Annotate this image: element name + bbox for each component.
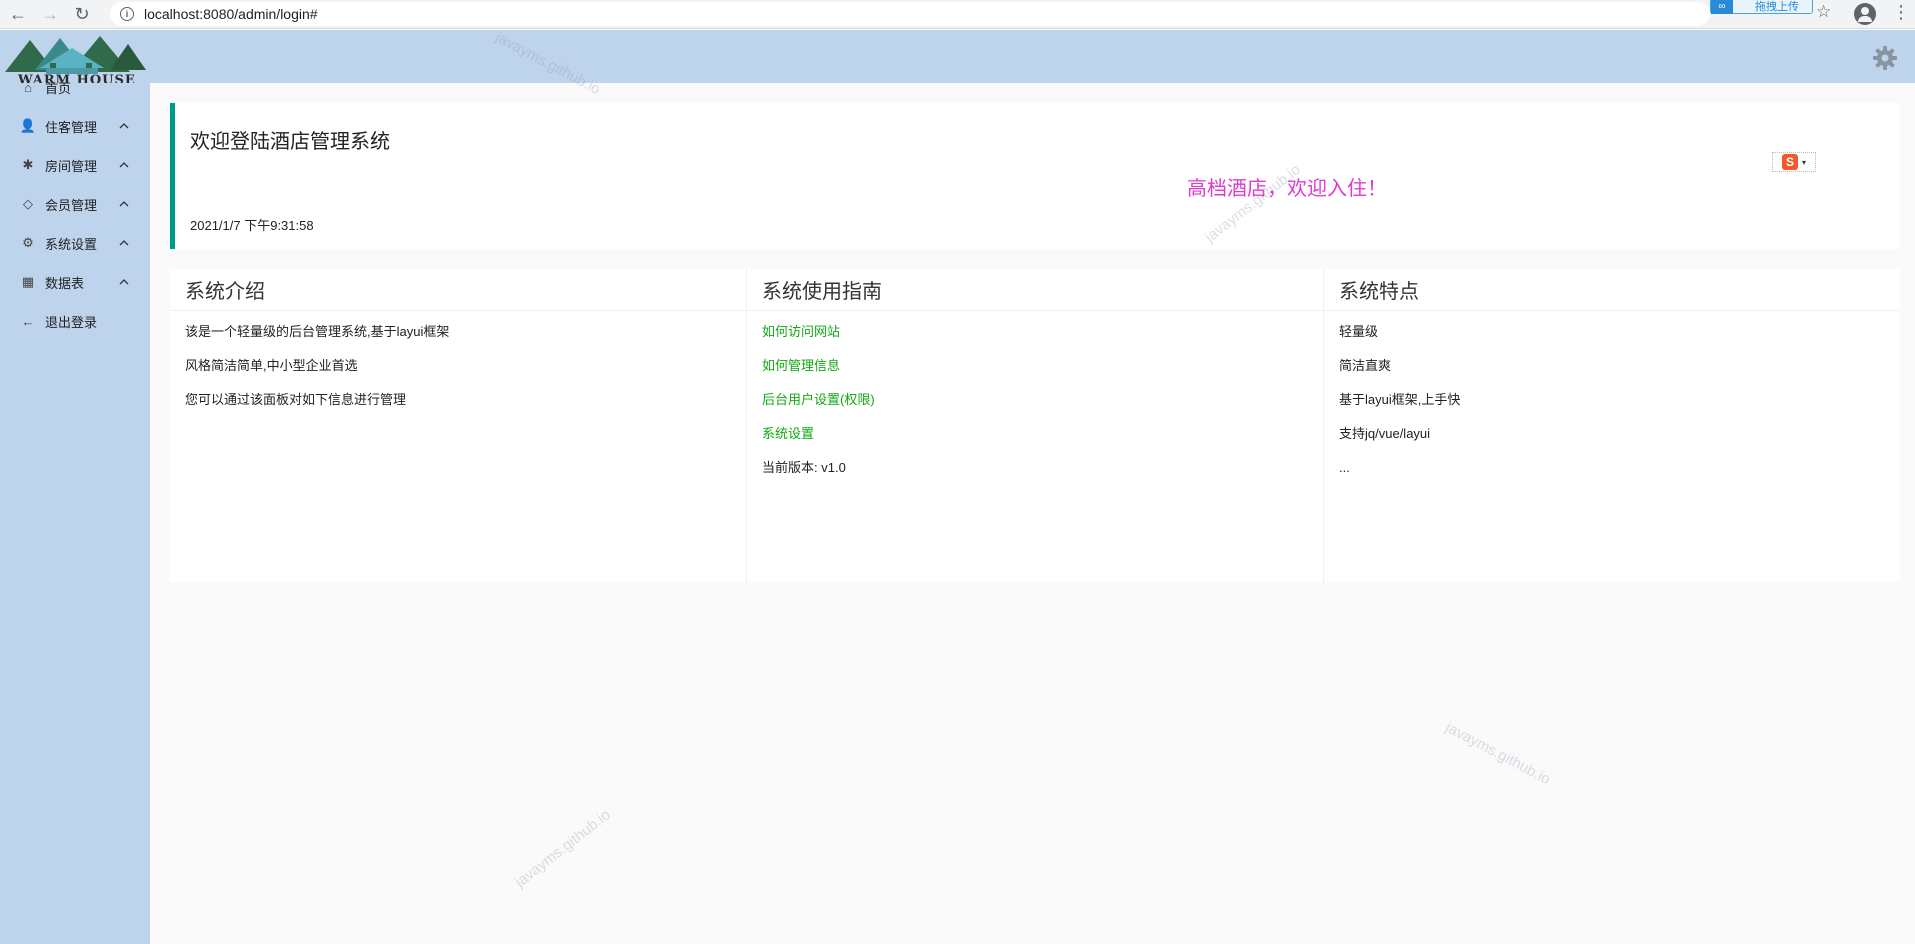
arrow-left-icon: ← (9, 3, 27, 24)
chevron-up-icon[interactable] (118, 159, 130, 171)
panel-text: ... (1339, 460, 1350, 475)
reload-button[interactable]: ↻ (68, 0, 96, 28)
chevron-up-icon[interactable] (118, 198, 130, 210)
chevron-up-icon[interactable] (118, 120, 130, 132)
sidebar-item-label: 会员管理 (45, 197, 98, 213)
browser-toolbar: ← → ↻ i localhost:8080/admin/login# ∞ 拖拽… (0, 0, 1915, 29)
caret-down-icon: ▾ (1801, 157, 1806, 167)
app-header (0, 30, 1915, 83)
welcome-card: 欢迎登陆酒店管理系统 2021/1/7 下午9:31:58 (170, 103, 1900, 249)
page-title: 欢迎登陆酒店管理系统 (190, 131, 390, 153)
panel-link[interactable]: 系统设置 (762, 425, 1308, 459)
infinity-icon: ∞ (1711, 0, 1733, 14)
gear-icon[interactable] (1872, 45, 1898, 71)
panel-text: 基于layui框架,上手快 (1339, 392, 1461, 407)
home-icon: ⌂ (24, 79, 32, 95)
panel-divider (746, 269, 747, 582)
panel-text: 当前版本: v1.0 (762, 460, 846, 475)
browser-menu-icon[interactable]: ⋮ (1892, 2, 1910, 23)
panel-text: 您可以通过该面板对如下信息进行管理 (185, 392, 407, 407)
watermark: javayms.github.io (512, 806, 614, 891)
reload-icon: ↻ (74, 3, 90, 24)
current-datetime: 2021/1/7 下午9:31:58 (190, 218, 314, 233)
sidebar-item-label: 住客管理 (45, 119, 98, 135)
sidebar-item-label: 系统设置 (45, 236, 98, 252)
panel-text: 轻量级 (1339, 324, 1379, 339)
sidebar-item[interactable]: ⚙ 系统设置 (0, 227, 150, 259)
panel-divider (1323, 269, 1324, 582)
extension-label: 拖拽上传 (1755, 1, 1799, 13)
sidebar-item[interactable]: ✱ 房间管理 (0, 149, 150, 181)
panel-text: 支持jq/vue/layui (1339, 426, 1431, 441)
arrow-right-icon: → (41, 3, 59, 24)
panel-body: 如何访问网站 如何管理信息 后台用户设置(权限) 系统设置 当前版本: v1.0 (747, 311, 1323, 505)
sidebar-item[interactable]: ← 退出登录 (0, 305, 150, 337)
info-icon[interactable]: i (120, 7, 134, 21)
diamond-icon: ◇ (23, 196, 33, 211)
palm-icon: ✱ (22, 157, 34, 172)
panel-link[interactable]: 如何访问网站 (762, 323, 1308, 357)
sidebar-item[interactable]: ▦ 数据表 (0, 266, 150, 298)
sogou-logo-icon: S (1781, 154, 1798, 170)
input-method-toolbar[interactable]: S ▾ (1772, 152, 1816, 172)
panel-text: 风格简洁简单,中小型企业首选 (185, 358, 358, 373)
sidebar-item-label: 首页 (45, 80, 72, 96)
panel-body: 该是一个轻量级的后台管理系统,基于layui框架 风格简洁简单,中小型企业首选您可… (170, 311, 746, 437)
info-panel: 系统介绍 该是一个轻量级的后台管理系统,基于layui框架 风格简洁简单,中小型企业… (170, 269, 746, 582)
sidebar-item-label: 房间管理 (45, 158, 98, 174)
panel-title: 系统介绍 (170, 269, 746, 311)
info-panel: 系统使用指南 如何访问网站 如何管理信息 后台用户设置(权限) 系统设置 当前版本: v1… (747, 269, 1323, 582)
address-bar[interactable]: i localhost:8080/admin/login# (110, 2, 1710, 26)
watermark: javayms.github.io (1442, 718, 1554, 789)
table-icon: ▦ (21, 274, 35, 289)
sidebar-item[interactable]: ◇ 会员管理 (0, 188, 150, 220)
chevron-up-icon[interactable] (118, 276, 130, 288)
info-panel: 系统特点轻量级简洁直爽基于layui框架,上手快 支持jq/vue/layui..… (1324, 269, 1900, 582)
back-button[interactable]: ← (4, 0, 32, 28)
bookmark-star-icon[interactable]: ☆ (1816, 2, 1831, 22)
forward-button[interactable]: → (36, 0, 64, 28)
panel-text: 简洁直爽 (1339, 358, 1392, 373)
user-icon: 👤 (19, 118, 37, 133)
sidebar-item-label: 退出登录 (45, 314, 98, 330)
panel-title: 系统特点 (1324, 269, 1900, 311)
panel-link[interactable]: 后台用户设置(权限) (762, 391, 1308, 425)
sidebar-item-label: 数据表 (45, 275, 85, 291)
chevron-up-icon[interactable] (118, 237, 130, 249)
panel-link[interactable]: 如何管理信息 (762, 357, 1308, 391)
panel-text: 该是一个轻量级的后台管理系统,基于layui框架 (185, 324, 450, 339)
sidebar-item[interactable]: 👤 住客管理 (0, 110, 150, 142)
profile-avatar-icon[interactable] (1854, 3, 1876, 25)
upload-extension-button[interactable]: ∞ 拖拽上传 (1710, 0, 1813, 14)
panel-title: 系统使用指南 (747, 269, 1323, 311)
arrow-left-icon: ← (21, 313, 35, 329)
gear-icon: ⚙ (22, 235, 34, 250)
panel-body: 轻量级简洁直爽基于layui框架,上手快 支持jq/vue/layui... (1324, 311, 1900, 505)
sidebar-item[interactable]: ⌂ 首页 (0, 71, 150, 103)
url-text: localhost:8080/admin/login# (144, 6, 318, 22)
